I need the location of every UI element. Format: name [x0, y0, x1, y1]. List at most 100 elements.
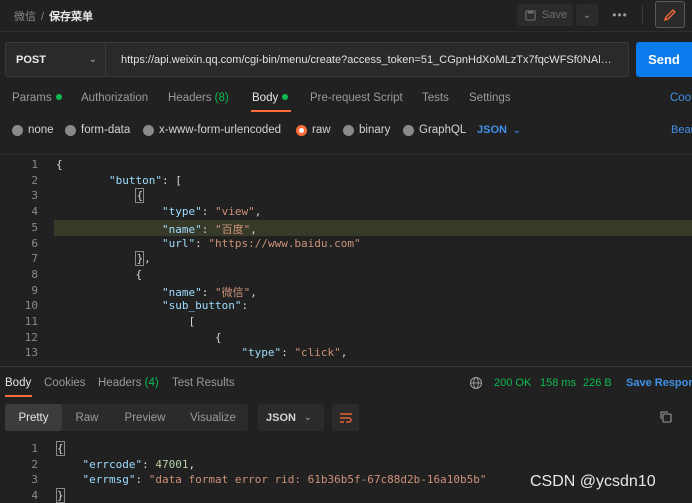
- line-number: 1: [31, 158, 38, 171]
- code-line: "name": "微信",: [56, 284, 257, 300]
- view-preview[interactable]: Preview: [112, 404, 178, 431]
- json-string: "view": [214, 205, 255, 219]
- body-format-dropdown[interactable]: JSON ⌄: [477, 124, 521, 136]
- json-punctuation: {: [135, 267, 143, 281]
- line-number: 5: [31, 220, 38, 234]
- view-raw[interactable]: Raw: [62, 404, 112, 431]
- code-line: [: [56, 315, 195, 328]
- request-body-editor[interactable]: 1{2 "button": [3 {4 "type": "view", 5 "na…: [0, 154, 692, 366]
- radio-none[interactable]: none: [12, 124, 54, 136]
- json-punctuation: :: [281, 346, 295, 360]
- resp-tab-headers[interactable]: Headers (4): [98, 377, 159, 389]
- status-code[interactable]: 200 OK: [494, 377, 531, 389]
- json-key: "url": [161, 236, 196, 250]
- radio-form-data[interactable]: form-data: [65, 124, 130, 136]
- code-line: "errmsg": "data format error rid: 61b36b…: [56, 473, 487, 486]
- save-response-button[interactable]: Save Respon: [626, 377, 692, 389]
- breadcrumb-current[interactable]: 保存菜单: [49, 11, 93, 23]
- response-format-dropdown[interactable]: JSON ⌄: [258, 404, 324, 431]
- radio-circle: [143, 124, 154, 136]
- view-pretty[interactable]: Pretty: [5, 404, 62, 431]
- more-options-button[interactable]: •••: [608, 4, 632, 26]
- line-number: 13: [24, 346, 38, 360]
- active-tab-indicator: [5, 395, 32, 397]
- json-punctuation: :: [135, 473, 149, 487]
- radio-binary-label: binary: [359, 124, 391, 136]
- json-punctuation: :: [241, 299, 249, 313]
- beautify-link[interactable]: Beau: [671, 124, 692, 136]
- json-number: 47001: [155, 457, 189, 471]
- save-options-button[interactable]: ⌄: [576, 4, 598, 26]
- resp-tab-headers-label: Headers: [98, 377, 142, 389]
- resp-tab-body[interactable]: Body: [5, 377, 31, 389]
- line-number: 9: [31, 283, 38, 297]
- wrap-lines-button[interactable]: [332, 404, 359, 431]
- response-time[interactable]: 158 ms: [540, 377, 576, 389]
- radio-circle-selected: [296, 124, 307, 136]
- line-number: 8: [31, 267, 38, 281]
- json-punctuation: [: [188, 315, 196, 328]
- resp-tab-cookies[interactable]: Cookies: [44, 377, 86, 389]
- response-size[interactable]: 226 B: [583, 377, 612, 389]
- url-input[interactable]: https://api.weixin.qq.com/cgi-bin/menu/c…: [106, 42, 629, 77]
- send-button[interactable]: Send: [636, 42, 692, 77]
- tab-pre-request-script[interactable]: Pre-request Script: [310, 92, 403, 104]
- radio-circle: [343, 124, 354, 136]
- json-punctuation: ,: [250, 285, 257, 299]
- tab-pre-request-label: Pre-request Script: [310, 92, 403, 104]
- json-punctuation: ,: [340, 346, 348, 360]
- globe-icon[interactable]: [469, 376, 483, 393]
- send-button-label: Send: [648, 52, 680, 67]
- ellipsis-icon: •••: [612, 8, 628, 22]
- tab-params[interactable]: Params: [12, 92, 62, 104]
- code-line: },: [56, 251, 151, 267]
- line-number: 3: [31, 473, 38, 487]
- code-line: "sub_button":: [56, 299, 248, 312]
- tab-body-label: Body: [252, 92, 279, 104]
- radio-binary[interactable]: binary: [343, 124, 390, 136]
- copy-icon[interactable]: [659, 410, 673, 427]
- save-button[interactable]: Save: [517, 4, 573, 26]
- body-format-label: JSON: [477, 124, 507, 136]
- json-key: "type": [241, 346, 282, 360]
- resp-headers-count: (4): [144, 377, 159, 389]
- json-string: "data format error rid: 61b36b5f-67c88d2…: [148, 473, 487, 487]
- matched-bracket: {: [135, 188, 145, 204]
- radio-raw[interactable]: raw: [296, 124, 331, 136]
- view-visualize[interactable]: Visualize: [178, 404, 248, 431]
- method-select[interactable]: POST ⌄: [5, 42, 106, 77]
- json-string: "https://www.baidu.com": [208, 236, 361, 250]
- code-line: "button": [: [56, 174, 182, 187]
- line-number: 7: [31, 252, 38, 266]
- json-punctuation: ,: [188, 457, 196, 471]
- url-text: https://api.weixin.qq.com/cgi-bin/menu/c…: [121, 53, 612, 66]
- radio-urlencoded[interactable]: x-www-form-urlencoded: [143, 124, 281, 136]
- radio-urlencoded-label: x-www-form-urlencoded: [159, 124, 282, 136]
- tab-body[interactable]: Body: [252, 92, 289, 104]
- tab-settings[interactable]: Settings: [469, 92, 511, 104]
- radio-raw-label: raw: [312, 124, 331, 136]
- chevron-down-icon: ⌄: [582, 9, 592, 21]
- edit-button[interactable]: [655, 1, 685, 28]
- response-body: 1 {2 "errcode": 47001, 3 "errmsg": "data f…: [0, 441, 692, 503]
- cookies-link[interactable]: Coo: [670, 92, 691, 104]
- json-punctuation: :: [142, 457, 156, 471]
- resp-tab-test-results[interactable]: Test Results: [172, 377, 235, 389]
- tab-authorization[interactable]: Authorization: [81, 92, 148, 104]
- radio-graphql[interactable]: GraphQL: [403, 124, 466, 136]
- json-punctuation: :: [201, 205, 215, 219]
- pencil-icon: [663, 8, 676, 21]
- chevron-down-icon: ⌄: [512, 125, 521, 135]
- breadcrumb-parent[interactable]: 微信: [14, 11, 36, 23]
- tab-headers[interactable]: Headers (8): [168, 92, 229, 104]
- json-punctuation: {: [214, 330, 222, 344]
- tab-tests[interactable]: Tests: [422, 92, 449, 104]
- line-number: 4: [31, 489, 38, 503]
- radio-circle: [12, 124, 23, 136]
- code-line: {: [56, 268, 142, 281]
- radio-graphql-label: GraphQL: [419, 124, 467, 136]
- code-line: "type": "view",: [56, 205, 261, 218]
- headers-count: (8): [214, 92, 229, 104]
- json-string: "微信": [214, 285, 251, 299]
- method-label: POST: [16, 53, 46, 66]
